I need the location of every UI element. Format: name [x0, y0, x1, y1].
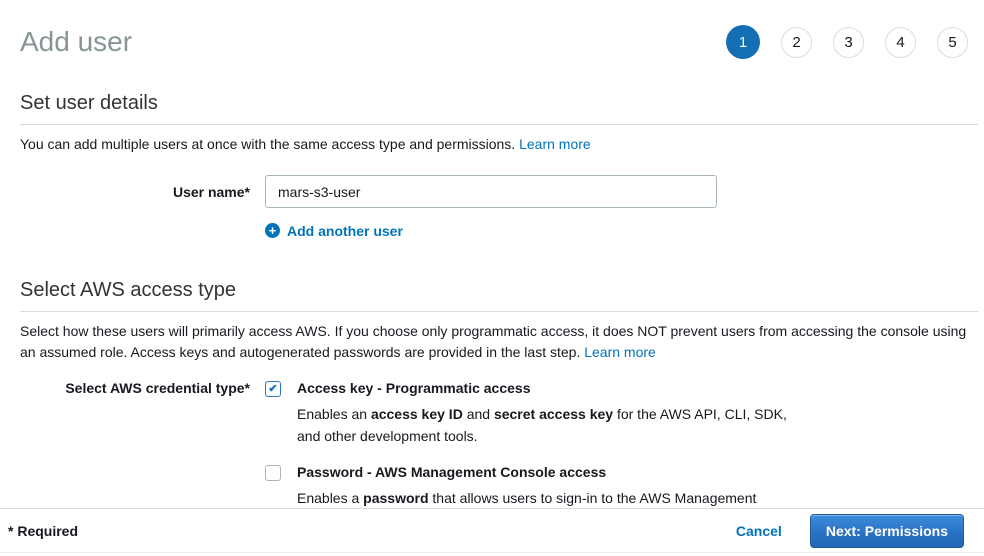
wizard-step-2: 2: [781, 27, 812, 58]
access-key-option-description: Enables an access key ID and secret acce…: [297, 403, 805, 447]
required-note: * Required: [8, 523, 78, 539]
section-access-type: Select AWS access type Select how these …: [20, 279, 978, 531]
wizard-step-1-active: 1: [726, 25, 760, 59]
access-type-learn-more-link[interactable]: Learn more: [584, 344, 656, 360]
access-type-intro-text: Select how these users will primarily ac…: [20, 323, 966, 360]
wizard-step-3: 3: [833, 27, 864, 58]
add-another-user-button[interactable]: + Add another user: [265, 223, 403, 239]
section-user-details: Set user details You can add multiple us…: [20, 92, 978, 239]
wizard-footer: * Required Cancel Next: Permissions: [0, 508, 984, 553]
access-type-heading: Select AWS access type: [20, 279, 978, 312]
username-label: User name*: [20, 184, 250, 200]
password-checkbox[interactable]: [265, 465, 281, 481]
password-option-title: Password - AWS Management Console access: [297, 464, 805, 480]
credential-type-label: Select AWS credential type*: [20, 380, 250, 396]
access-type-intro: Select how these users will primarily ac…: [20, 321, 978, 363]
wizard-step-4: 4: [885, 27, 916, 58]
plus-icon: +: [265, 223, 280, 238]
user-details-learn-more-link[interactable]: Learn more: [519, 136, 591, 152]
username-row: User name*: [20, 175, 978, 208]
user-details-intro-text: You can add multiple users at once with …: [20, 136, 515, 152]
access-key-checkbox[interactable]: ✔: [265, 381, 281, 397]
cancel-button[interactable]: Cancel: [736, 523, 782, 539]
page-header: Add user 12345: [0, 0, 984, 66]
main-content: Set user details You can add multiple us…: [0, 92, 984, 531]
user-details-intro: You can add multiple users at once with …: [20, 134, 978, 155]
username-input[interactable]: [265, 175, 717, 208]
access-key-option-title: Access key - Programmatic access: [297, 380, 805, 396]
next-permissions-button[interactable]: Next: Permissions: [810, 514, 964, 548]
wizard-steps: 12345: [726, 25, 968, 59]
credential-option-access-key: ✔ Access key - Programmatic access Enables…: [265, 380, 805, 447]
add-user-page: Add user 12345 Set user details You can …: [0, 0, 984, 556]
add-another-user-label: Add another user: [287, 223, 403, 239]
user-details-heading: Set user details: [20, 92, 978, 125]
page-title: Add user: [20, 26, 132, 58]
wizard-step-5: 5: [937, 27, 968, 58]
